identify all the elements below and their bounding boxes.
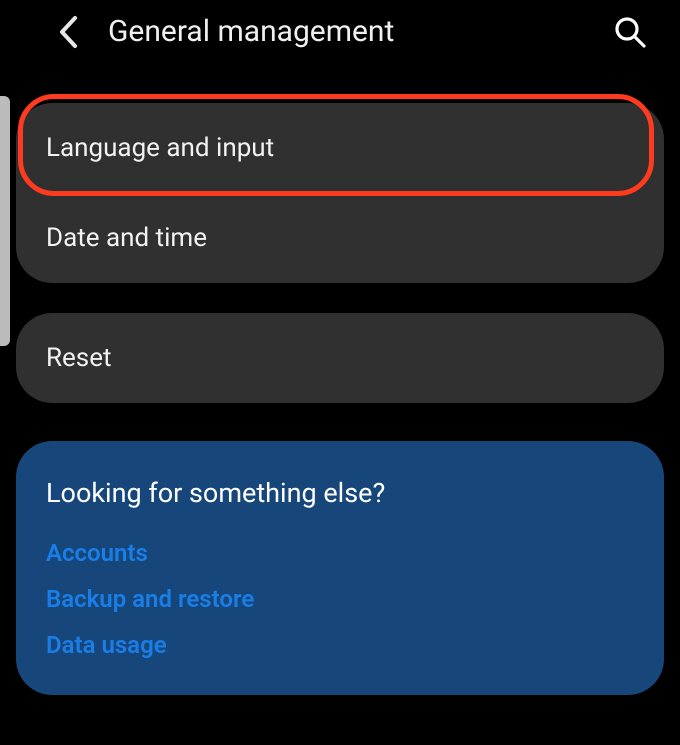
scroll-indicator[interactable] (0, 96, 10, 346)
suggestions-title: Looking for something else? (46, 477, 634, 509)
back-chevron-icon (57, 15, 79, 49)
suggestion-link-accounts[interactable]: Accounts (46, 539, 634, 567)
page-title: General management (108, 14, 394, 49)
language-and-input-item[interactable]: Language and input (16, 103, 664, 193)
suggestion-link-backup-restore[interactable]: Backup and restore (46, 585, 634, 613)
item-label: Reset (46, 343, 112, 373)
settings-group-1: Language and input Date and time (16, 103, 664, 283)
back-button[interactable] (48, 12, 88, 52)
item-label: Date and time (46, 223, 207, 253)
header-bar: General management (0, 0, 680, 63)
reset-item[interactable]: Reset (16, 313, 664, 403)
date-and-time-item[interactable]: Date and time (16, 193, 664, 283)
suggestions-card: Looking for something else? Accounts Bac… (16, 441, 664, 695)
item-label: Language and input (46, 133, 274, 163)
settings-group-2: Reset (16, 313, 664, 403)
search-button[interactable] (608, 10, 652, 54)
suggestion-link-data-usage[interactable]: Data usage (46, 631, 634, 659)
search-icon (613, 15, 647, 49)
